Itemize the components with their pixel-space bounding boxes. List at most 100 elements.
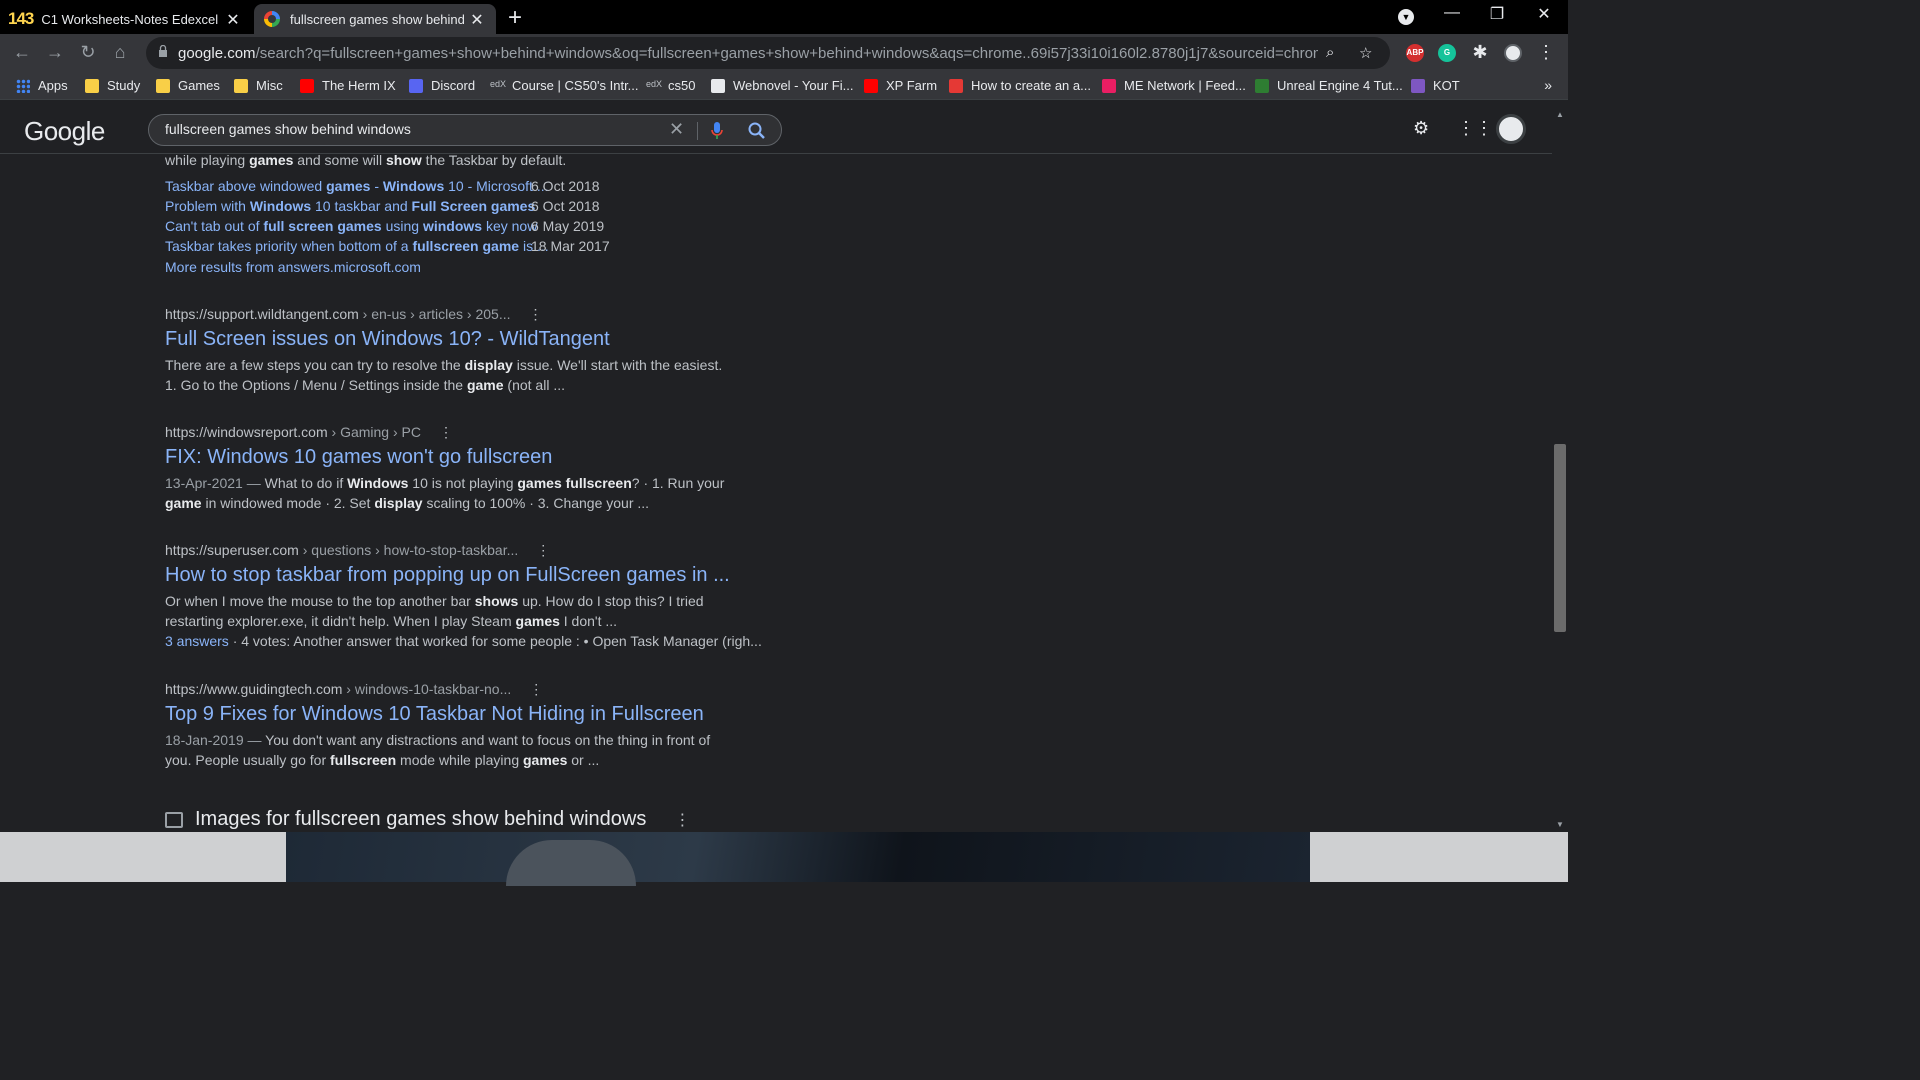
edx-icon: edX <box>490 78 507 89</box>
bookmark-star-icon[interactable]: ☆ <box>1359 44 1372 62</box>
answers-link[interactable]: 3 answers <box>165 633 229 649</box>
clear-search-icon[interactable]: ✕ <box>669 119 684 140</box>
page-scrollbar[interactable]: ▲ ▼ <box>1552 100 1568 832</box>
grammarly-icon[interactable]: G <box>1438 44 1456 62</box>
images-section-heading[interactable]: Images for fullscreen games show behind … <box>165 808 690 831</box>
browser-toolbar: ← → ↻ ⌂ google.com/search?q=fullscreen+g… <box>0 34 1568 72</box>
zoom-search-icon[interactable]: ⌕ <box>1326 44 1334 61</box>
image-icon <box>165 811 183 828</box>
account-avatar[interactable] <box>1496 114 1526 144</box>
bookmark-how-to-create[interactable]: How to create an a... <box>949 78 1091 93</box>
bookmark-discord[interactable]: Discord <box>409 78 475 93</box>
youtube-icon <box>864 78 878 93</box>
forward-arrow-icon[interactable]: → <box>43 42 67 63</box>
home-icon[interactable]: ⌂ <box>108 42 132 63</box>
search-input[interactable] <box>165 121 645 137</box>
image-result-thumbnail[interactable] <box>286 832 1310 886</box>
result-title[interactable]: Full Screen issues on Windows 10? - Wild… <box>165 328 725 351</box>
back-arrow-icon[interactable]: ← <box>10 42 34 63</box>
close-tab-icon[interactable]: ✕ <box>224 10 242 30</box>
result-menu-icon[interactable]: ⋮ <box>439 424 453 440</box>
sub-result-link[interactable]: Taskbar above windowed games - Windows 1… <box>165 178 548 194</box>
result-title[interactable]: FIX: Windows 10 games won't go fullscree… <box>165 446 725 469</box>
apps-grid-icon <box>16 78 30 93</box>
result-url[interactable]: https://windowsreport.com › Gaming › PC ⋮ <box>165 424 725 441</box>
url-text[interactable]: google.com/search?q=fullscreen+games+sho… <box>178 45 1318 62</box>
adblock-plus-icon[interactable]: ABP <box>1406 44 1424 62</box>
search-icon[interactable] <box>747 121 767 141</box>
result-snippet: 13-Apr-2021 — What to do if Windows 10 i… <box>165 475 725 511</box>
result-menu-icon[interactable]: ⋮ <box>536 542 550 558</box>
purple-site-icon <box>1411 78 1425 93</box>
google-header: Google ✕ ⚙ ⋮⋮ <box>0 100 1552 154</box>
google-logo[interactable]: Google <box>24 116 105 147</box>
new-tab-button[interactable]: + <box>508 4 522 32</box>
microphone-icon[interactable] <box>711 121 723 141</box>
tab-count-badge: 143 <box>8 9 34 28</box>
folder-icon <box>85 78 99 93</box>
result-menu-icon[interactable]: ⋮ <box>529 681 543 697</box>
sub-result-date: 18 Mar 2017 <box>531 238 610 254</box>
result-snippet: There are a few steps you can try to res… <box>165 357 723 393</box>
tab-c1-worksheets[interactable]: 143 C1 Worksheets-Notes Edexcel C1 ✕ <box>0 4 252 34</box>
extensions-puzzle-icon[interactable]: ✱ <box>1468 42 1492 63</box>
images-menu-icon[interactable]: ⋮ <box>674 810 690 830</box>
reload-icon[interactable]: ↻ <box>76 42 100 63</box>
edx-icon: edX <box>646 78 663 89</box>
bookmark-games[interactable]: Games <box>156 78 220 93</box>
tab-title: C1 Worksheets-Notes Edexcel C1 <box>41 11 222 27</box>
profile-avatar-icon[interactable] <box>1504 44 1522 62</box>
bookmark-webnovel[interactable]: Webnovel - Your Fi... <box>711 78 853 93</box>
google-apps-grid-icon[interactable]: ⋮⋮ <box>1457 118 1493 139</box>
sub-result-link[interactable]: Taskbar takes priority when bottom of a … <box>165 238 549 254</box>
sub-result-link[interactable]: Problem with Windows 10 taskbar and Full… <box>165 198 535 214</box>
bookmarks-bar: Apps Study Games Misc The Herm IX Discor… <box>0 72 1568 100</box>
bookmark-xp-farm[interactable]: XP Farm <box>864 78 937 93</box>
bookmark-kot[interactable]: KOT <box>1411 78 1460 93</box>
result-title[interactable]: Top 9 Fixes for Windows 10 Taskbar Not H… <box>165 703 725 726</box>
folder-icon <box>234 78 248 93</box>
result-url[interactable]: https://www.guidingtech.com › windows-10… <box>165 681 725 698</box>
bookmarks-overflow-icon[interactable]: » <box>1544 77 1552 93</box>
scrollbar-thumb[interactable] <box>1554 444 1566 632</box>
tab-search-icon[interactable]: ▼ <box>1398 9 1414 25</box>
search-result: https://windowsreport.com › Gaming › PC ⋮… <box>165 424 725 513</box>
result-menu-icon[interactable]: ⋮ <box>529 306 543 322</box>
search-divider <box>697 122 698 140</box>
tab-strip: 143 C1 Worksheets-Notes Edexcel C1 ✕ ful… <box>0 0 1568 34</box>
close-window-button[interactable]: ✕ <box>1524 4 1564 24</box>
scroll-down-arrow-icon[interactable]: ▼ <box>1556 820 1564 829</box>
bookmark-unreal-engine[interactable]: Unreal Engine 4 Tut... <box>1255 78 1403 93</box>
top-result-snippet: while playing games and some will show t… <box>165 154 567 168</box>
more-results-link[interactable]: More results from answers.microsoft.com <box>165 259 421 275</box>
browser-menu-icon[interactable]: ⋮ <box>1534 42 1558 63</box>
bookmark-cs50-course[interactable]: edX Course | CS50's Intr... <box>490 78 639 93</box>
bookmark-study[interactable]: Study <box>85 78 140 93</box>
sub-result-link[interactable]: Can't tab out of full screen games using… <box>165 218 537 234</box>
search-result: https://support.wildtangent.com › en-us … <box>165 306 725 395</box>
bookmark-apps[interactable]: Apps <box>16 78 68 93</box>
image-results-strip <box>0 832 1568 886</box>
result-url[interactable]: https://support.wildtangent.com › en-us … <box>165 306 725 323</box>
address-bar[interactable]: google.com/search?q=fullscreen+games+sho… <box>146 37 1390 69</box>
red-site-icon <box>949 78 963 93</box>
scroll-up-arrow-icon[interactable]: ▲ <box>1556 110 1564 119</box>
tab-google-search[interactable]: fullscreen games show behind wi ✕ <box>254 4 496 34</box>
result-snippet: Or when I move the mouse to the top anot… <box>165 593 704 629</box>
sub-result-date: 6 Oct 2018 <box>531 178 600 194</box>
minimize-button[interactable]: — <box>1432 4 1472 22</box>
bookmark-cs50[interactable]: edX cs50 <box>646 78 695 93</box>
result-answers-line: 3 answers · 4 votes: Another answer that… <box>165 633 762 649</box>
bookmark-the-herm-ix[interactable]: The Herm IX <box>300 78 396 93</box>
search-results: while playing games and some will show t… <box>0 154 1552 832</box>
images-heading-text: Images for fullscreen games show behind … <box>195 808 647 830</box>
webnovel-icon <box>711 78 725 93</box>
bookmark-me-network[interactable]: ME Network | Feed... <box>1102 78 1246 93</box>
settings-gear-icon[interactable]: ⚙ <box>1413 118 1429 139</box>
bookmark-misc[interactable]: Misc <box>234 78 283 93</box>
result-title[interactable]: How to stop taskbar from popping up on F… <box>165 564 730 587</box>
restore-button[interactable]: ❐ <box>1477 4 1517 24</box>
close-tab-icon[interactable]: ✕ <box>468 10 486 30</box>
result-url[interactable]: https://superuser.com › questions › how-… <box>165 542 725 559</box>
google-favicon-icon <box>264 11 280 27</box>
